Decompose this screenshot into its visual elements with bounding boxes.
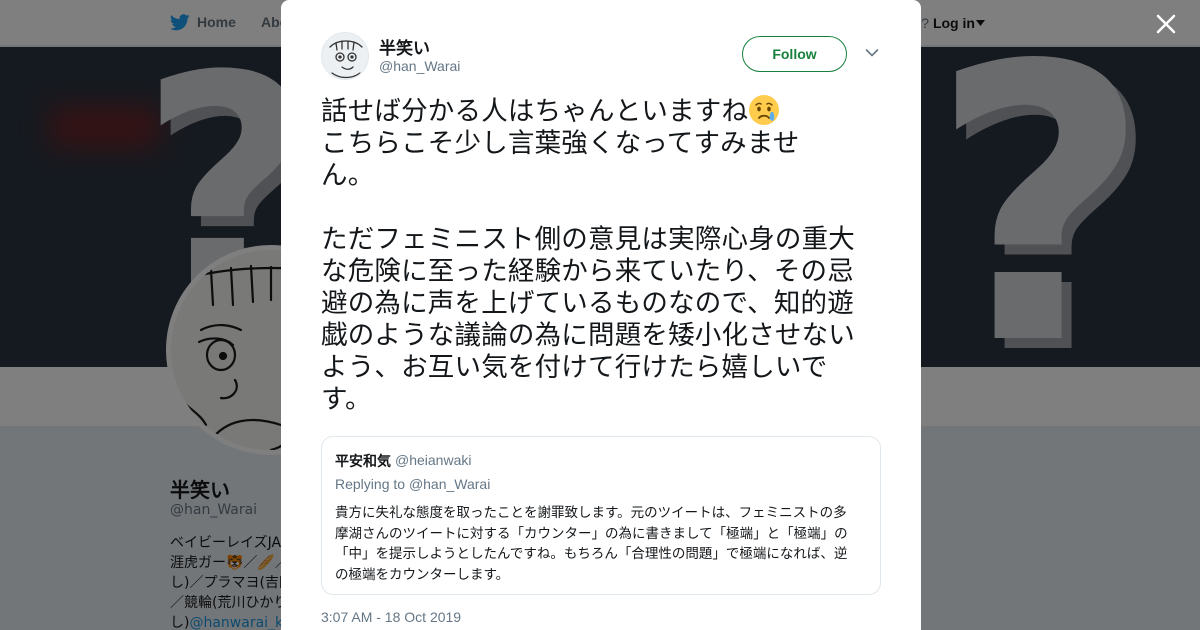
tweet-modal: 半笑い @han_Warai Follow 話せば分かる人はちゃんといますね こ… [281, 0, 921, 630]
quoted-text-line: 摩湖さんのツイートに対する「カウンター」の為に書きまして「極端」と「極端」の [335, 525, 848, 542]
chevron-down-icon[interactable] [865, 48, 879, 58]
author-avatar[interactable] [321, 32, 369, 80]
author-name[interactable]: 半笑い [379, 34, 430, 59]
tweet-body: こちらこそ少し言葉強くなってすみませ ん。 ただフェミニスト側の意見は実際心身の… [321, 128, 855, 415]
quoted-tweet-text: 貴方に失礼な態度を取ったことを謝罪致します。元のツイートは、フェミニストの多 摩… [335, 503, 869, 585]
quoted-author-name: 平安和気 [335, 454, 391, 470]
close-icon[interactable] [1153, 11, 1179, 37]
tweet-text: 話せば分かる人はちゃんといますね こちらこそ少し言葉強くなってすみませ ん。 た… [321, 94, 886, 416]
tweet-line-1: 話せば分かる人はちゃんといますね [321, 96, 749, 127]
tweet-timestamp[interactable]: 3:07 AM - 18 Oct 2019 [321, 609, 461, 625]
replying-to-prefix: Replying to [335, 476, 409, 492]
quoted-tweet[interactable]: 平安和気 @heianwaki Replying to @han_Warai 貴… [321, 436, 881, 595]
quoted-text-line: 「中」を提示しようとしたんですね。もちろん「合理性の問題」で極端になれば、逆 [335, 546, 848, 562]
crying-face-emoji-icon [749, 95, 780, 125]
quoted-text-line: 貴方に失礼な態度を取ったことを謝罪致します。元のツイートは、フェミニストの多 [335, 505, 847, 521]
follow-button[interactable]: Follow [742, 36, 847, 72]
replying-to-handle[interactable]: @han_Warai [409, 476, 490, 492]
doodle-face-avatar [322, 33, 368, 79]
quoted-text-line: の極端をカウンターします。 [335, 566, 510, 583]
author-handle[interactable]: @han_Warai [379, 58, 460, 74]
replying-to: Replying to @han_Warai [335, 476, 490, 492]
quoted-author-handle: @heianwaki [395, 452, 472, 468]
